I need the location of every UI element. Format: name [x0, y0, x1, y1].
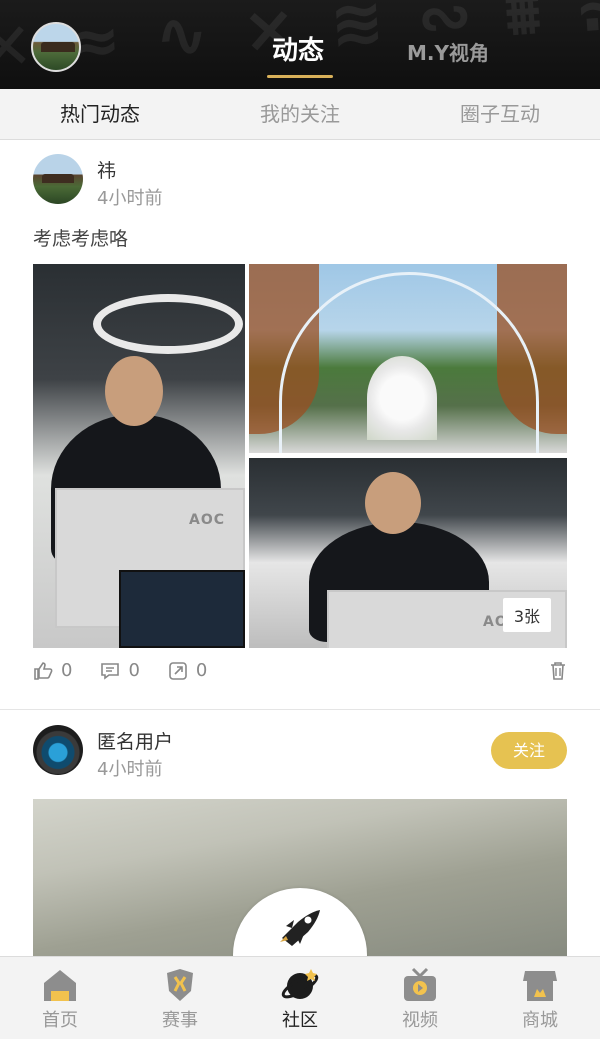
post-image-2[interactable]: [249, 264, 567, 453]
bottom-navigation: 首页 赛事 社区 视频 商城: [0, 956, 600, 1039]
post-text: 考虑考虑咯: [33, 228, 129, 250]
face-shape: [105, 356, 163, 426]
follow-button[interactable]: 关注: [491, 732, 567, 769]
post-author-name[interactable]: 祎: [97, 156, 116, 183]
nav-video[interactable]: 视频: [360, 957, 480, 1039]
share-count: 0: [195, 660, 208, 681]
nav-shop-label: 商城: [522, 1010, 558, 1031]
comment-count: 0: [128, 660, 140, 681]
subtab-hot[interactable]: 热门动态: [0, 89, 200, 139]
face-shape: [365, 472, 421, 534]
comment-button[interactable]: 0: [100, 660, 140, 681]
nav-match-label: 赛事: [162, 1010, 198, 1031]
share-button[interactable]: 0: [168, 660, 207, 681]
post-author-avatar[interactable]: [33, 725, 83, 775]
sub-tab-bar: 热门动态 我的关注 圈子互动: [0, 89, 600, 140]
active-tab-indicator: [267, 75, 333, 78]
post-image-1[interactable]: AOC: [33, 264, 245, 648]
user-avatar[interactable]: [31, 22, 81, 72]
screen-shape: [119, 570, 245, 648]
trash-icon[interactable]: [549, 661, 567, 681]
nav-shop[interactable]: 商城: [480, 957, 600, 1039]
planet-icon: [281, 969, 319, 999]
share-icon: [169, 661, 187, 680]
subtab-following[interactable]: 我的关注: [200, 89, 400, 139]
nav-home-label: 首页: [42, 1010, 78, 1031]
nav-community-label: 社区: [282, 1010, 318, 1031]
like-button[interactable]: 0: [33, 660, 72, 681]
monitor-brand-label: AOC: [188, 512, 225, 528]
post-author-name[interactable]: 匿名用户: [97, 727, 173, 754]
nav-community[interactable]: 社区: [240, 957, 360, 1039]
post-author-avatar[interactable]: [33, 154, 83, 204]
avatar-building-shape: [41, 42, 75, 52]
tab-dongtai[interactable]: 动态: [272, 30, 324, 67]
post-time: 4小时前: [97, 188, 163, 209]
avatar-building-shape: [42, 174, 74, 183]
feed-post: 祎 4小时前 考虑考虑咯 AOC AOC 3张 0 0 0: [0, 140, 600, 710]
tv-icon: [404, 967, 436, 1001]
shop-icon: [523, 971, 557, 1001]
rocket-icon: [280, 910, 320, 946]
nav-match[interactable]: 赛事: [120, 957, 240, 1039]
comment-icon: [101, 662, 120, 680]
home-icon: [44, 970, 76, 1001]
thumbs-up-icon: [34, 661, 53, 680]
image-count-badge: 3张: [502, 598, 551, 632]
post-actions: 0 0 0: [33, 660, 235, 681]
match-icon: [167, 969, 193, 1001]
tab-my-view[interactable]: M.Y视角: [407, 37, 489, 66]
top-header: ✕ ≈ ∿ ⨯ ≋ ∾ ⩩ ⩫ ≈ 动态 M.Y视角: [0, 0, 600, 89]
post-time: 4小时前: [97, 759, 163, 780]
like-count: 0: [61, 660, 73, 681]
nav-home[interactable]: 首页: [0, 957, 120, 1039]
nav-video-label: 视频: [402, 1010, 438, 1031]
ceiling-ring-shape: [93, 294, 243, 354]
subtab-circle[interactable]: 圈子互动: [400, 89, 600, 139]
flower-arch-shape: [367, 356, 437, 440]
post-image-3[interactable]: AOC 3张: [249, 458, 567, 648]
